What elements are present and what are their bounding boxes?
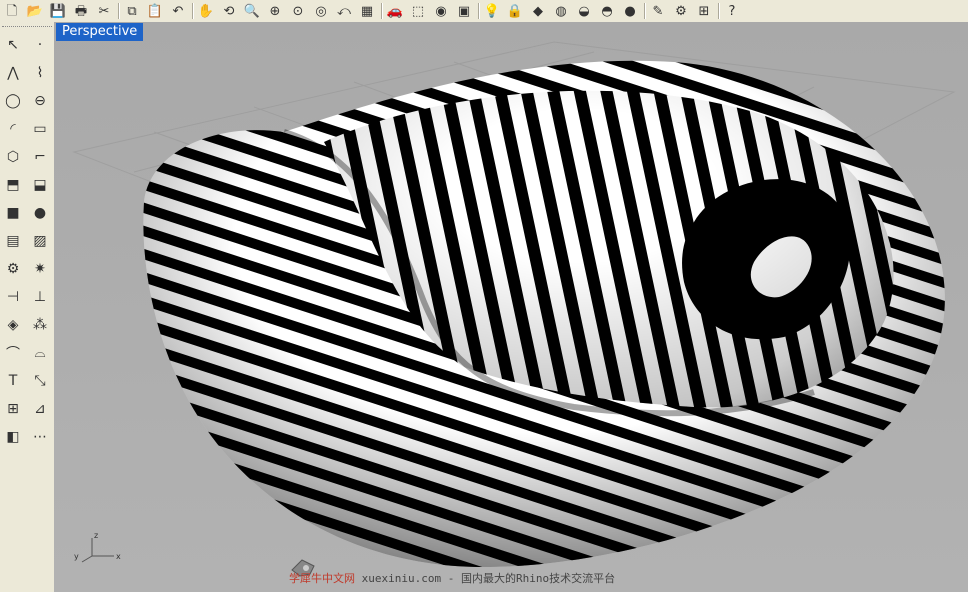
toolbar-separator	[478, 3, 480, 19]
mesh-icon[interactable]: ▨	[28, 228, 52, 254]
car-icon[interactable]: 🚗	[385, 1, 405, 21]
explode-icon[interactable]: ✷	[28, 256, 52, 282]
viewport-title-tab[interactable]: Perspective	[56, 23, 144, 41]
split-icon[interactable]: ⊣	[1, 284, 25, 310]
layer-icon[interactable]: ◆	[528, 1, 548, 21]
properties-icon[interactable]: ✎	[648, 1, 668, 21]
new-file-icon[interactable]: 🗋	[2, 1, 22, 21]
toolbar-separator	[118, 3, 120, 19]
rectangle-icon[interactable]: ▭	[28, 116, 52, 142]
dimension-icon[interactable]: ⊿	[28, 396, 52, 422]
zoom-icon[interactable]: 🔍	[242, 1, 262, 21]
perspective-viewport[interactable]: Perspective z x y 学犀牛中文网 xuexiniu.com - …	[54, 22, 968, 592]
watermark-brand: 学犀牛中文网	[289, 572, 355, 585]
zoom-extents-icon[interactable]: ⊙	[288, 1, 308, 21]
arc-icon[interactable]: ◜	[1, 116, 25, 142]
zoom-window-icon[interactable]: ⊕	[265, 1, 285, 21]
axis-x-label: x	[116, 552, 121, 561]
rotate-view-icon[interactable]: ⟲	[219, 1, 239, 21]
surface-edit-icon[interactable]: ⬓	[28, 172, 52, 198]
copy-icon[interactable]: ⧉	[122, 1, 142, 21]
blend-icon[interactable]: ⌓	[28, 340, 52, 366]
circle-icon[interactable]: ◯	[1, 88, 25, 114]
light-bulb-icon[interactable]: 💡	[482, 1, 502, 21]
standard-toolbar: 🗋 📂 💾 🖶 ✂ ⧉ 📋 ↶ ✋ ⟲ 🔍 ⊕ ⊙ ◎ ⤺ ▦ 🚗 ⬚ ◉ ▣ 💡 🔒 ◆ ◍ ◒ ◓ ● ✎ ⚙ ⊞?	[0, 0, 968, 23]
toolbar-separator	[644, 3, 646, 19]
group-icon[interactable]: ⁂	[28, 312, 52, 338]
print-icon[interactable]: 🖶	[71, 1, 91, 21]
help-icon[interactable]: ?	[722, 1, 742, 21]
undo-view-icon[interactable]: ⤺	[334, 1, 354, 21]
construction-plane-icon[interactable]: ⬚	[408, 1, 428, 21]
ellipse-icon[interactable]: ⊖	[28, 88, 52, 114]
color-wheel-icon[interactable]: ◍	[551, 1, 571, 21]
transform-gear-icon[interactable]: ⚙	[1, 256, 25, 282]
more-tools-icon[interactable]: ⋯	[28, 424, 52, 450]
surface-points-icon[interactable]: ⬒	[1, 172, 25, 198]
axis-z-label: z	[94, 531, 98, 540]
osnap-icon[interactable]: ▣	[454, 1, 474, 21]
viewport-scene	[54, 22, 968, 592]
array-icon[interactable]: ⊞	[1, 396, 25, 422]
zoom-selected-icon[interactable]: ◎	[311, 1, 331, 21]
paste-icon[interactable]: 📋	[145, 1, 165, 21]
boolean-icon[interactable]: ◈	[1, 312, 25, 338]
toolbar-separator	[718, 3, 720, 19]
polyline-icon[interactable]: ⋀	[1, 60, 25, 86]
world-axes-icon: z x y	[74, 531, 121, 563]
polygon-icon[interactable]: ⬡	[1, 144, 25, 170]
lock-icon[interactable]: 🔒	[505, 1, 525, 21]
toolbar-separator	[381, 3, 383, 19]
snap-icon[interactable]: ◉	[431, 1, 451, 21]
point-icon[interactable]: ·	[28, 32, 52, 58]
pan-hand-icon[interactable]: ✋	[196, 1, 216, 21]
watermark-tagline: - 国内最大的Rhino技术交流平台	[447, 572, 616, 585]
select-arrow-icon[interactable]: ↖	[1, 32, 25, 58]
fillet-curve-icon[interactable]: ⌐	[28, 144, 52, 170]
trim-icon[interactable]: ⊥	[28, 284, 52, 310]
cylinder-icon[interactable]: ▤	[1, 228, 25, 254]
render-sphere-icon[interactable]: ●	[620, 1, 640, 21]
scale-icon[interactable]: ⤡	[28, 368, 52, 394]
four-viewports-icon[interactable]: ▦	[357, 1, 377, 21]
shaded-sphere-icon[interactable]: ◓	[597, 1, 617, 21]
watermark-url: xuexiniu.com	[361, 572, 442, 585]
save-icon[interactable]: 💾	[48, 1, 68, 21]
undo-icon[interactable]: ↶	[168, 1, 188, 21]
toolbar-grip[interactable]	[2, 26, 52, 30]
solid-tools-icon[interactable]: ◧	[1, 424, 25, 450]
text-icon[interactable]: T	[1, 368, 25, 394]
box-solid-icon[interactable]: ■	[1, 200, 25, 226]
curve-points-icon[interactable]: ⌇	[28, 60, 52, 86]
watermark-text: 学犀牛中文网 xuexiniu.com - 国内最大的Rhino技术交流平台	[289, 570, 615, 586]
fillet-edge-icon[interactable]: ⌒	[1, 340, 25, 366]
open-folder-icon[interactable]: 📂	[25, 1, 45, 21]
toolbar-separator	[192, 3, 194, 19]
cut-icon[interactable]: ✂	[94, 1, 114, 21]
options-gear-icon[interactable]: ⚙	[671, 1, 691, 21]
wireframe-sphere-icon[interactable]: ◒	[574, 1, 594, 21]
axis-y-label: y	[74, 552, 79, 561]
sphere-solid-icon[interactable]: ●	[28, 200, 52, 226]
grid-snap-icon[interactable]: ⊞	[694, 1, 714, 21]
left-tool-palette: ↖ · ⋀ ⌇ ◯ ⊖ ◜ ▭ ⬡ ⌐ ⬒ ⬓ ■ ● ▤ ▨ ⚙ ✷ ⊣ ⊥ ◈ ⁂ ⌒ ⌓ T ⤡ ⊞ ⊿ ◧ ⋯	[0, 22, 55, 592]
